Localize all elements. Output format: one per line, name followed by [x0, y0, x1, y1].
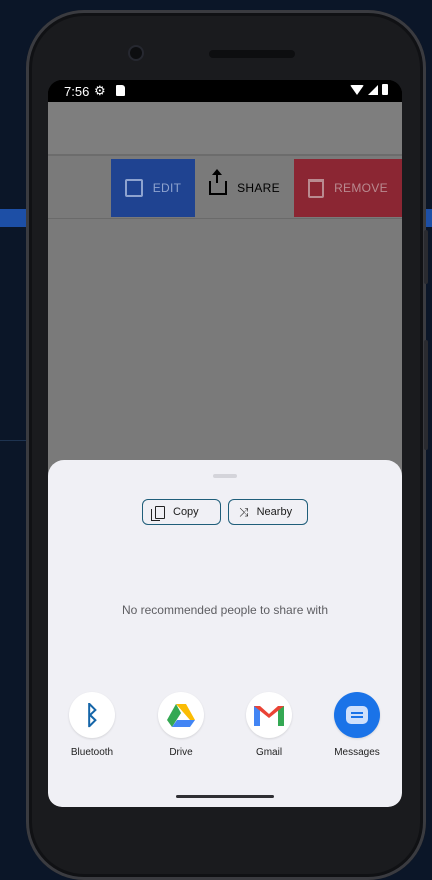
status-time: 7:56 [64, 84, 90, 99]
volume-button [424, 230, 428, 284]
target-label: Gmail [255, 747, 283, 758]
settings-gear-icon: ⚙ [94, 83, 106, 98]
target-label: Drive [169, 747, 193, 758]
nearby-label: Nearby [256, 506, 293, 518]
edit-icon [124, 179, 143, 197]
gmail-icon [246, 692, 292, 738]
share-target-messages[interactable]: Messages [317, 692, 397, 758]
share-target-bluetooth[interactable]: ᛒ Bluetooth [52, 692, 132, 758]
gesture-nav-bar[interactable] [176, 795, 274, 798]
share-targets: ᛒ Bluetooth Drive Gmail Messages [48, 692, 402, 762]
share-label: SHARE [237, 181, 280, 195]
share-target-gmail[interactable]: Gmail [229, 692, 309, 758]
share-icon [209, 169, 228, 195]
status-bar: 7:56 ⚙ [48, 80, 402, 102]
drag-handle[interactable] [213, 474, 237, 478]
target-label: Messages [334, 747, 380, 758]
device-screen: 7:56 ⚙ EDIT SHARE REMOVE Copy ⤨ Nearby N… [48, 80, 402, 807]
remove-label: REMOVE [334, 181, 388, 195]
app-toolbar [48, 102, 402, 156]
list-item-row[interactable]: EDIT SHARE REMOVE [48, 158, 402, 219]
nearby-button[interactable]: ⤨ Nearby [228, 499, 308, 525]
share-target-drive[interactable]: Drive [141, 692, 221, 758]
battery-icon [382, 84, 388, 95]
remove-button[interactable]: REMOVE [294, 159, 402, 217]
power-button [424, 340, 428, 450]
trash-icon [308, 178, 325, 198]
share-sheet: Copy ⤨ Nearby No recommended people to s… [48, 460, 402, 807]
copy-icon [151, 505, 165, 521]
earpiece-speaker [209, 50, 295, 58]
copy-button[interactable]: Copy [142, 499, 221, 525]
target-label: Bluetooth [70, 747, 114, 758]
sd-card-icon [116, 85, 125, 96]
front-camera [130, 47, 142, 59]
drive-icon [158, 692, 204, 738]
bluetooth-icon: ᛒ [69, 692, 115, 738]
status-icons [350, 84, 388, 95]
signal-icon [368, 84, 378, 95]
edit-label: EDIT [152, 181, 182, 195]
empty-people-message: No recommended people to share with [121, 603, 329, 617]
edit-button[interactable]: EDIT [111, 159, 195, 217]
nearby-icon: ⤨ [239, 504, 249, 519]
wifi-icon [350, 84, 364, 95]
share-button[interactable]: SHARE [195, 159, 294, 217]
copy-label: Copy [173, 506, 199, 518]
messages-icon [334, 692, 380, 738]
